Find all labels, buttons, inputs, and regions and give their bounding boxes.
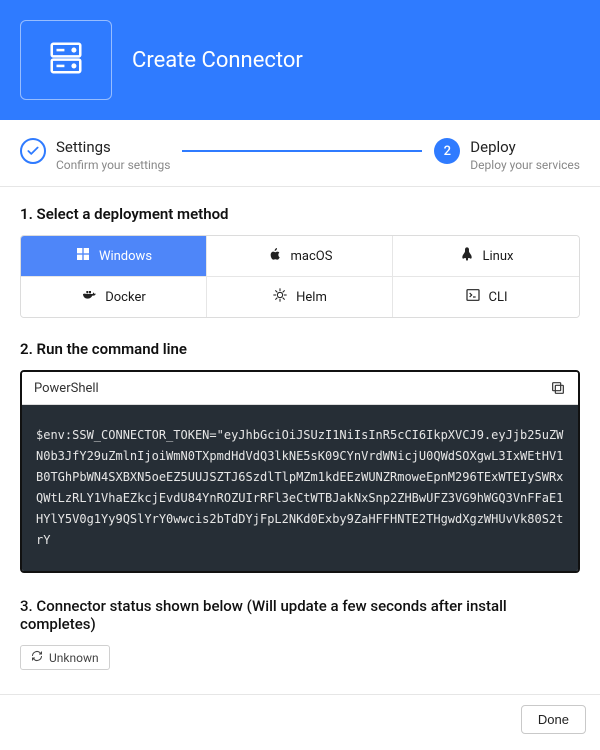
copy-icon[interactable]	[550, 380, 566, 396]
docker-icon	[81, 287, 97, 307]
content: 1. Select a deployment method Windows ma…	[0, 187, 600, 688]
deploy-label: macOS	[291, 249, 333, 264]
stepper: Settings Confirm your settings 2 Deploy …	[0, 120, 600, 187]
page-title: Create Connector	[132, 48, 303, 73]
deploy-windows[interactable]: Windows	[21, 236, 207, 277]
deploy-label: Linux	[483, 249, 514, 264]
command-header: PowerShell	[22, 372, 578, 405]
deploy-linux[interactable]: Linux	[393, 236, 579, 277]
step-sub: Confirm your settings	[56, 158, 170, 172]
header: Create Connector	[0, 0, 600, 120]
windows-icon	[75, 246, 91, 266]
deploy-label: Windows	[99, 249, 152, 264]
apple-icon	[267, 246, 283, 266]
deploy-grid: Windows macOS Linux Docker Helm CLI	[20, 235, 580, 318]
step-connector	[182, 150, 422, 152]
section-title-deploy: 1. Select a deployment method	[20, 205, 580, 223]
shell-label: PowerShell	[34, 381, 99, 396]
cli-icon	[465, 287, 481, 307]
refresh-icon	[31, 650, 43, 665]
step-number: 2	[434, 138, 460, 164]
deploy-helm[interactable]: Helm	[207, 277, 393, 317]
linux-icon	[459, 246, 475, 266]
command-text[interactable]: $env:SSW_CONNECTOR_TOKEN="eyJhbGciOiJSUz…	[22, 405, 578, 571]
deploy-label: CLI	[489, 290, 508, 305]
deploy-label: Helm	[296, 290, 327, 305]
footer: Done	[0, 694, 600, 744]
step-sub: Deploy your services	[470, 158, 580, 172]
deploy-label: Docker	[105, 290, 146, 305]
step-settings[interactable]: Settings Confirm your settings	[20, 138, 170, 172]
section-title-cmd: 2. Run the command line	[20, 340, 580, 358]
deploy-docker[interactable]: Docker	[21, 277, 207, 317]
deploy-cli[interactable]: CLI	[393, 277, 579, 317]
status-badge[interactable]: Unknown	[20, 645, 110, 670]
helm-icon	[272, 287, 288, 307]
step-label: Settings	[56, 138, 170, 156]
status-label: Unknown	[49, 651, 99, 665]
section-title-status: 3. Connector status shown below (Will up…	[20, 597, 580, 633]
command-box: PowerShell $env:SSW_CONNECTOR_TOKEN="eyJ…	[20, 370, 580, 573]
step-deploy[interactable]: 2 Deploy Deploy your services	[434, 138, 580, 172]
server-icon	[47, 39, 85, 81]
deploy-macos[interactable]: macOS	[207, 236, 393, 277]
server-icon-box	[20, 20, 112, 100]
done-button[interactable]: Done	[521, 705, 586, 734]
step-label: Deploy	[470, 138, 580, 156]
check-icon	[20, 138, 46, 164]
